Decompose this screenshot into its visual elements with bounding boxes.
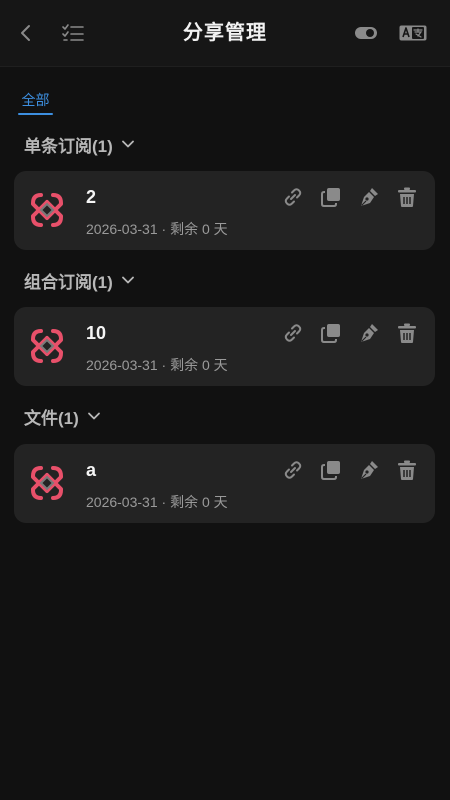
section-header-combined-subscription[interactable]: 组合订阅(1) xyxy=(24,266,135,294)
item-remaining: 剩余 0 天 xyxy=(170,221,228,237)
link-icon[interactable] xyxy=(281,458,305,482)
tab-all[interactable]: 全部 xyxy=(18,88,53,115)
copy-icon[interactable] xyxy=(319,321,343,345)
item-meta: 2026-03-31 · 剩余 0 天 xyxy=(86,355,228,375)
item-actions xyxy=(281,321,419,345)
section-header-files[interactable]: 文件(1) xyxy=(24,402,101,430)
trash-icon[interactable] xyxy=(395,458,419,482)
meta-separator: · xyxy=(161,357,167,373)
page-title: 分享管理 xyxy=(183,22,267,44)
item-remaining: 剩余 0 天 xyxy=(170,494,228,510)
edit-pen-icon[interactable] xyxy=(357,321,381,345)
app-logo-icon xyxy=(28,191,66,229)
list-item[interactable]: 2 2026-03-31 · 剩余 0 天 xyxy=(14,171,435,250)
list-item[interactable]: 10 2026-03-31 · 剩余 0 天 xyxy=(14,307,435,386)
item-meta: 2026-03-31 · 剩余 0 天 xyxy=(86,219,228,239)
app-logo-icon xyxy=(28,327,66,365)
edit-pen-icon[interactable] xyxy=(357,458,381,482)
tab-active-indicator xyxy=(18,113,53,115)
link-icon[interactable] xyxy=(281,321,305,345)
copy-icon[interactable] xyxy=(319,458,343,482)
item-date: 2026-03-31 xyxy=(86,494,158,510)
item-remaining: 剩余 0 天 xyxy=(170,357,228,373)
section-title: 组合订阅(1) xyxy=(24,272,113,292)
copy-icon[interactable] xyxy=(319,185,343,209)
edit-pen-icon[interactable] xyxy=(357,185,381,209)
top-bar: 分享管理 xyxy=(0,0,450,67)
item-actions xyxy=(281,185,419,209)
list-item[interactable]: a 2026-03-31 · 剩余 0 天 xyxy=(14,444,435,523)
item-actions xyxy=(281,458,419,482)
item-date: 2026-03-31 xyxy=(86,357,158,373)
trash-icon[interactable] xyxy=(395,321,419,345)
item-name: a xyxy=(86,460,97,480)
section-header-single-subscription[interactable]: 单条订阅(1) xyxy=(24,130,135,158)
item-meta: 2026-03-31 · 剩余 0 天 xyxy=(86,492,228,512)
item-name: 10 xyxy=(86,323,107,343)
chevron-down-icon xyxy=(121,273,135,287)
trash-icon[interactable] xyxy=(395,185,419,209)
share-management-page: 分享管理 全部 单条订阅(1) 2 2026-03-31 · 剩余 0 天 组合… xyxy=(0,0,450,800)
app-logo-icon xyxy=(28,464,66,502)
link-icon[interactable] xyxy=(281,185,305,209)
meta-separator: · xyxy=(161,221,167,237)
item-date: 2026-03-31 xyxy=(86,221,158,237)
chevron-down-icon xyxy=(87,409,101,423)
section-title: 单条订阅(1) xyxy=(24,136,113,156)
section-title: 文件(1) xyxy=(24,408,79,428)
toggle-icon[interactable] xyxy=(352,19,380,47)
chevron-down-icon xyxy=(121,137,135,151)
translate-icon[interactable] xyxy=(399,19,427,47)
item-name: 2 xyxy=(86,187,97,207)
meta-separator: · xyxy=(161,494,167,510)
